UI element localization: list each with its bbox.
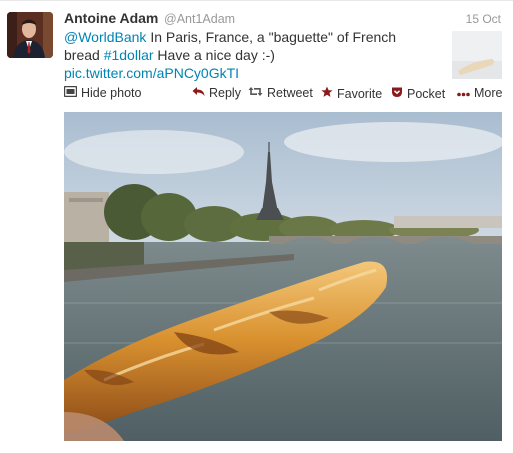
pocket-icon	[391, 86, 403, 101]
display-name[interactable]: Antoine Adam	[64, 10, 158, 26]
reply-arrow-icon	[192, 86, 205, 100]
tweet: Antoine Adam @Ant1Adam 15 Oct @WorldBank…	[0, 0, 513, 453]
hide-photo-button[interactable]: Hide photo	[63, 85, 142, 100]
tweet-text-line1: In Paris, France, a "baguette" of French	[146, 29, 397, 45]
star-icon	[321, 86, 333, 101]
more-button[interactable]: More	[457, 86, 502, 100]
reply-label: Reply	[209, 86, 241, 100]
reply-button[interactable]: Reply	[192, 86, 241, 100]
retweet-button[interactable]: Retweet	[248, 86, 313, 100]
pocket-button[interactable]: Pocket	[391, 86, 445, 101]
user-handle[interactable]: @Ant1Adam	[164, 12, 235, 26]
hashtag-link[interactable]: #1dollar	[104, 47, 154, 63]
tweet-text-line2b: Have a nice day :-)	[153, 47, 275, 63]
avatar[interactable]	[7, 12, 53, 58]
retweet-icon	[248, 86, 263, 100]
tweet-actions: Hide photo Reply Retweet Favorite Pocket	[63, 85, 504, 102]
more-label: More	[474, 86, 503, 100]
tweet-photo[interactable]	[64, 112, 502, 441]
hide-photo-label: Hide photo	[81, 86, 142, 100]
photo-thumbnail[interactable]	[452, 31, 502, 79]
photo-link[interactable]: pic.twitter.com/aPNCy0GkTI	[64, 65, 239, 81]
tweet-timestamp[interactable]: 15 Oct	[466, 12, 501, 26]
favorite-label: Favorite	[337, 86, 383, 101]
tweet-text: @WorldBank In Paris, France, a "baguette…	[64, 28, 434, 82]
retweet-label: Retweet	[267, 86, 313, 100]
mention-link[interactable]: @WorldBank	[64, 29, 146, 45]
photo-icon	[63, 85, 78, 100]
tweet-text-line2a: bread	[64, 47, 104, 63]
favorite-button[interactable]: Favorite	[321, 86, 382, 101]
pocket-label: Pocket	[407, 86, 446, 101]
ellipsis-icon	[457, 86, 470, 100]
